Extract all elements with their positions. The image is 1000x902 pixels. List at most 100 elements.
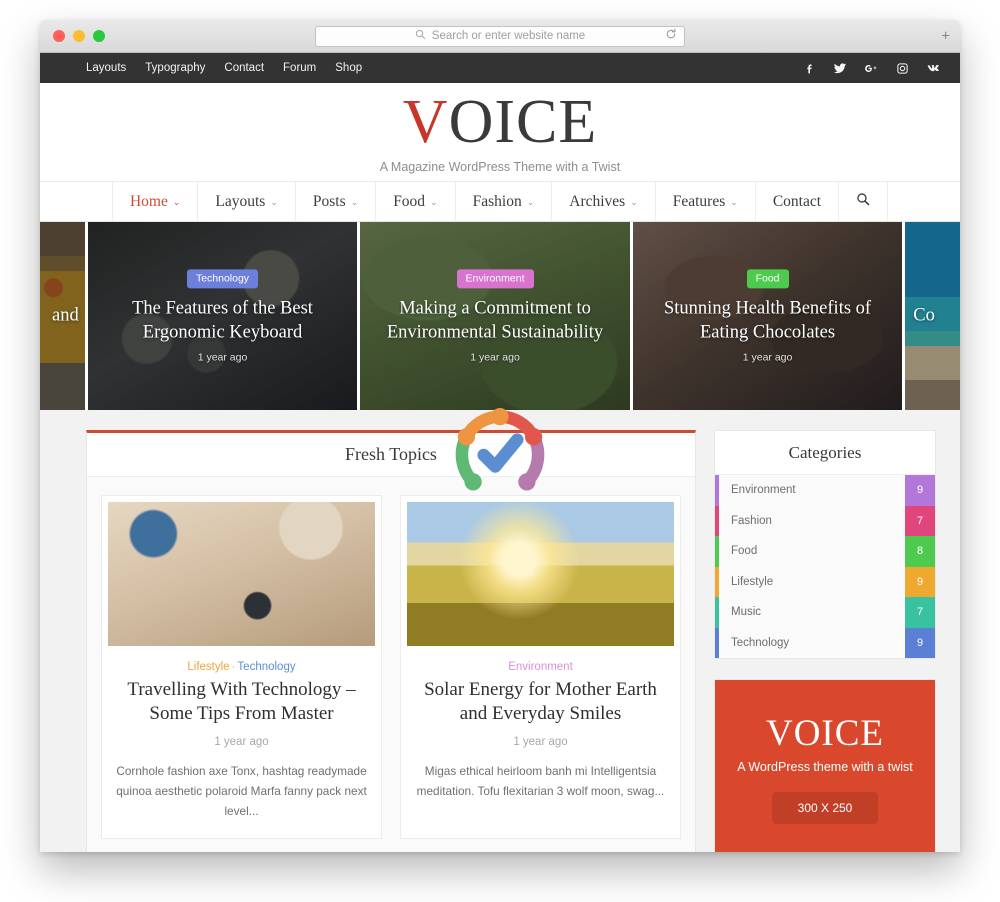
category-row-environment[interactable]: Environment 9 (715, 475, 935, 506)
category-count-badge: 7 (905, 505, 935, 536)
slide-food[interactable]: Food Stunning Health Benefits of Eating … (632, 222, 906, 410)
chevron-down-icon: ⌄ (630, 197, 638, 207)
category-label: Technology (731, 636, 790, 649)
article-card-grid: Lifestyle · Technology Travelling With Tec… (101, 495, 681, 839)
featured-slider[interactable]: and Technology The Features of the Best … (40, 222, 960, 410)
article-categories: Environment (407, 661, 674, 673)
slide-partial-left[interactable]: and (40, 222, 88, 410)
nav-label-archives: Archives (569, 192, 626, 210)
article-categories: Lifestyle · Technology (108, 661, 375, 673)
slide-date: 1 year ago (470, 351, 520, 364)
site-logo[interactable]: VOICE (403, 91, 597, 153)
slide-title[interactable]: Making a Commitment to Environmental Sus… (372, 297, 618, 344)
google-plus-icon[interactable] (864, 61, 878, 75)
nav-item-contact[interactable]: Contact (754, 182, 838, 221)
nav-item-home[interactable]: Home ⌄ (111, 182, 197, 221)
chevron-down-icon: ⌄ (172, 197, 181, 207)
category-label: Fashion (731, 514, 772, 527)
nav-item-features[interactable]: Features ⌄ (654, 182, 755, 221)
article-card[interactable]: Environment Solar Energy for Mother Eart… (400, 495, 681, 839)
search-icon (415, 27, 426, 45)
page-title: Fresh Topics (345, 444, 437, 464)
close-window-button[interactable] (53, 30, 65, 42)
twitter-icon[interactable] (833, 61, 847, 75)
categories-widget-header: Categories (715, 431, 935, 475)
nav-item-food[interactable]: Food ⌄ (375, 182, 454, 221)
chevron-down-icon: ⌄ (270, 197, 278, 207)
category-row-technology[interactable]: Technology 9 (715, 627, 935, 658)
instagram-icon[interactable] (895, 61, 909, 75)
slide-category-badge[interactable]: Technology (186, 269, 259, 289)
category-row-lifestyle[interactable]: Lifestyle 9 (715, 566, 935, 597)
nav-label-posts: Posts (312, 192, 346, 210)
topbar-link-forum[interactable]: Forum (283, 62, 316, 74)
article-title[interactable]: Travelling With Technology – Some Tips F… (108, 678, 375, 726)
chevron-down-icon: ⌄ (730, 197, 738, 207)
maximize-window-button[interactable] (93, 30, 105, 42)
topbar-link-contact[interactable]: Contact (224, 62, 264, 74)
new-tab-button[interactable]: + (941, 29, 950, 44)
site-topbar: Layouts Typography Contact Forum Shop (40, 53, 960, 83)
logo-letter-v: V (402, 87, 449, 156)
article-thumbnail[interactable] (407, 502, 674, 646)
slide-partial-right-title: Co (913, 305, 935, 326)
article-excerpt: Cornhole fashion axe Tonx, hashtag ready… (116, 763, 367, 819)
address-bar[interactable]: Search or enter website name (315, 25, 685, 47)
chevron-down-icon: ⌄ (430, 197, 438, 207)
category-row-food[interactable]: Food 8 (715, 536, 935, 567)
nav-item-posts[interactable]: Posts ⌄ (294, 182, 375, 221)
facebook-icon[interactable] (802, 61, 816, 75)
site-tagline: A Magazine WordPress Theme with a Twist (379, 159, 621, 174)
widget-title: Categories (788, 442, 862, 462)
category-row-fashion[interactable]: Fashion 7 (715, 505, 935, 536)
category-count-badge: 7 (905, 597, 935, 628)
category-row-music[interactable]: Music 7 (715, 597, 935, 628)
ad-logo: VOICE (765, 712, 885, 754)
topbar-link-shop[interactable]: Shop (335, 62, 362, 74)
category-label: Music (731, 606, 762, 619)
article-category-environment[interactable]: Environment (508, 661, 573, 673)
fresh-topics-panel: Fresh Topics Lifestyle · Technology Travel… (86, 430, 696, 852)
article-title[interactable]: Solar Energy for Mother Earth and Everyd… (407, 678, 674, 726)
topbar-link-typography[interactable]: Typography (145, 62, 205, 74)
slide-environment[interactable]: Environment Making a Commitment to Envir… (360, 222, 633, 410)
categories-widget: Categories Environment 9 Fashion 7 Food (714, 430, 936, 659)
address-bar-placeholder: Search or enter website name (431, 30, 586, 42)
article-card[interactable]: Lifestyle · Technology Travelling With Tec… (101, 495, 382, 839)
slide-category-badge[interactable]: Food (746, 269, 789, 289)
topbar-link-layouts[interactable]: Layouts (86, 62, 126, 74)
page-content: Fresh Topics Lifestyle · Technology Travel… (40, 410, 960, 852)
ad-size-label: 300 X 250 (771, 791, 879, 824)
vk-icon[interactable] (926, 61, 940, 75)
slide-category-badge[interactable]: Environment (456, 269, 534, 289)
ad-banner[interactable]: VOICE A WordPress theme with a twist 300… (714, 679, 936, 852)
nav-item-layouts[interactable]: Layouts ⌄ (197, 182, 294, 221)
main-column: Fresh Topics Lifestyle · Technology Travel… (86, 430, 696, 852)
category-label: Environment (731, 484, 796, 497)
nav-item-fashion[interactable]: Fashion ⌄ (454, 182, 552, 221)
slide-date: 1 year ago (742, 351, 793, 364)
slide-partial-right[interactable]: Co (905, 222, 960, 410)
article-category-lifestyle[interactable]: Lifestyle (187, 661, 229, 673)
reload-icon[interactable] (665, 27, 677, 45)
nav-label-layouts: Layouts (215, 192, 266, 210)
nav-search-button[interactable] (838, 182, 889, 221)
slide-technology[interactable]: Technology The Features of the Best Ergo… (87, 222, 361, 410)
sidebar: Categories Environment 9 Fashion 7 Food (714, 430, 936, 852)
article-category-technology[interactable]: Technology (237, 661, 295, 673)
nav-label-home: Home (129, 192, 168, 210)
article-thumbnail[interactable] (108, 502, 375, 646)
slide-title[interactable]: Stunning Health Benefits of Eating Choco… (645, 297, 891, 344)
category-count-badge: 8 (905, 536, 935, 567)
browser-titlebar: Search or enter website name + (40, 20, 960, 53)
window-controls[interactable] (40, 30, 105, 42)
nav-label-fashion: Fashion (472, 192, 522, 210)
nav-item-archives[interactable]: Archives ⌄ (551, 182, 655, 221)
nav-label-contact: Contact (772, 192, 822, 210)
minimize-window-button[interactable] (73, 30, 85, 42)
article-date: 1 year ago (214, 735, 269, 748)
slide-title[interactable]: The Features of the Best Ergonomic Keybo… (100, 297, 346, 344)
category-label: Lifestyle (731, 575, 774, 588)
chevron-down-icon: ⌄ (350, 197, 359, 207)
website-viewport: Layouts Typography Contact Forum Shop VO… (40, 53, 960, 852)
